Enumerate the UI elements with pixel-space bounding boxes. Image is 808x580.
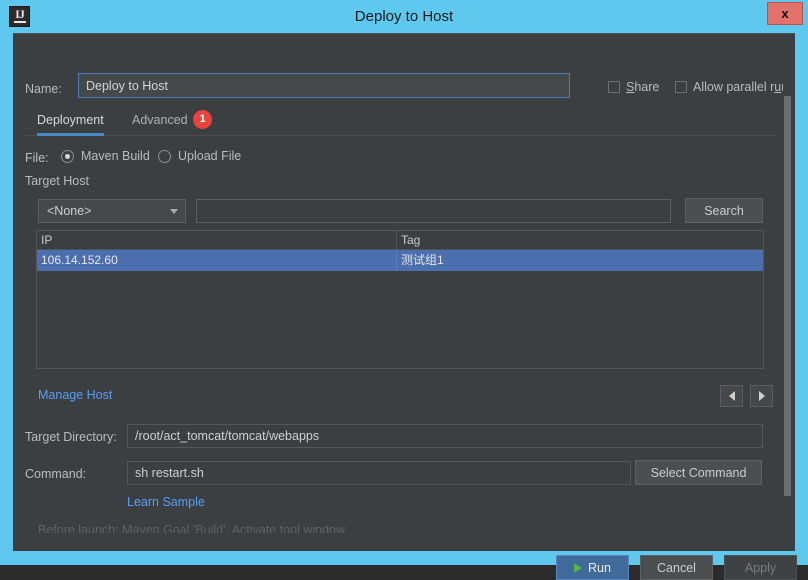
vertical-scrollbar-thumb[interactable] (784, 96, 791, 496)
radio-maven-build[interactable]: Maven Build (61, 149, 150, 163)
manage-host-link[interactable]: Manage Host (38, 388, 112, 402)
file-label: File: (25, 151, 49, 165)
radio-maven-build-label: Maven Build (81, 149, 150, 163)
cell-tag: 测试组1 (401, 253, 444, 267)
target-host-section-label: Target Host (25, 174, 89, 188)
cell-ip: 106.14.152.60 (37, 250, 397, 271)
host-group-select[interactable]: <None> (38, 199, 186, 223)
radio-upload-file-dot (158, 149, 171, 163)
before-launch-text: Before launch: Maven Goal 'Build', Activ… (38, 523, 346, 533)
chevron-down-icon (170, 209, 178, 214)
name-input[interactable] (78, 73, 570, 98)
radio-maven-build-dot (61, 149, 74, 163)
column-header-tag[interactable]: Tag (397, 231, 763, 249)
allow-parallel-run-checkbox-box (675, 81, 687, 93)
tab-bar: Deployment Advanced (25, 108, 777, 136)
host-search-input[interactable] (196, 199, 671, 223)
play-icon (574, 562, 583, 573)
command-input[interactable] (127, 461, 631, 485)
apply-button: Apply (724, 555, 797, 580)
host-table-header: IP Tag (37, 231, 763, 250)
vertical-scrollbar[interactable] (783, 72, 792, 534)
triangle-right-icon (758, 391, 765, 401)
run-button-label: Run (588, 560, 611, 575)
host-group-select-value: <None> (47, 204, 92, 218)
triangle-left-icon (728, 391, 735, 401)
command-label: Command: (25, 467, 87, 481)
tab-advanced[interactable]: Advanced (132, 108, 188, 136)
target-directory-label: Target Directory: (25, 430, 117, 444)
dialog-body: Name: Share Allow parallel run Deploymen… (13, 33, 797, 580)
name-label: Name: (25, 82, 62, 96)
target-directory-input[interactable] (127, 424, 763, 448)
dialog-title: Deploy to Host (354, 8, 454, 25)
table-row[interactable]: 106.14.152.60 测试组1 (37, 250, 763, 271)
share-label: Share (626, 80, 660, 94)
allow-parallel-run-label: Allow parallel run (693, 80, 788, 94)
radio-upload-file[interactable]: Upload File (158, 149, 241, 163)
allow-parallel-run-checkbox[interactable]: Allow parallel run (675, 80, 788, 94)
dialog-titlebar: IJ Deploy to Host x (0, 0, 808, 33)
share-checkbox[interactable]: Share (608, 80, 659, 94)
select-command-button[interactable]: Select Command (635, 460, 762, 485)
search-button[interactable]: Search (685, 198, 763, 223)
tab-badge-count: 1 (193, 110, 212, 129)
learn-sample-link[interactable]: Learn Sample (127, 495, 205, 509)
share-checkbox-box (608, 81, 620, 93)
tab-deployment[interactable]: Deployment (37, 108, 104, 136)
deploy-to-host-dialog: IJ Deploy to Host x Name: Share Allow pa… (0, 0, 808, 580)
close-icon[interactable]: x (767, 2, 803, 25)
next-page-button[interactable] (750, 385, 773, 407)
column-header-ip[interactable]: IP (37, 231, 397, 249)
run-button[interactable]: Run (556, 555, 629, 580)
host-table[interactable]: IP Tag 106.14.152.60 测试组1 (36, 230, 764, 369)
previous-page-button[interactable] (720, 385, 743, 407)
cancel-button[interactable]: Cancel (640, 555, 713, 580)
radio-upload-file-label: Upload File (178, 149, 242, 163)
